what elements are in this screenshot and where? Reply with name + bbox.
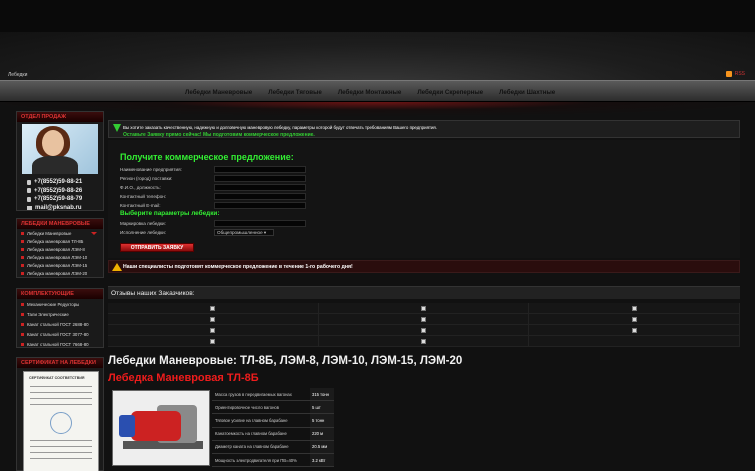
sales-block: ОТДЕЛ ПРОДАЖ +7(8552)59-88-21 +7(8552)59… <box>16 111 104 211</box>
menu-item-lem15[interactable]: Лебедка маневровая ЛЭМ-15 <box>17 261 103 269</box>
chevron-down-icon <box>91 231 97 235</box>
rss-label: RSS <box>734 71 745 77</box>
spec-row: Канатоемкость на главном барабане 220 м <box>212 427 334 441</box>
warning-icon <box>112 263 122 271</box>
nav-item-skrepernye[interactable]: Лебедки Скреперные <box>417 89 483 96</box>
review-thumbnail[interactable] <box>421 316 426 322</box>
reviews-title: Отзывы наших Заказчиков: <box>108 286 740 299</box>
spec-row: Ориентировочное число вагонов 5 шт <box>212 401 334 415</box>
phone-icon <box>27 179 31 185</box>
product-subheading: Лебедка Маневровая ТЛ-8Б <box>108 372 259 384</box>
field-label-company: Наименование предприятия: <box>120 166 182 172</box>
review-thumbnail[interactable] <box>421 305 426 311</box>
review-thumbnail[interactable] <box>421 338 426 344</box>
certificate-image[interactable]: СЕРТИФИКАТ СООТВЕТСТВИЯ <box>23 371 99 471</box>
mail-icon <box>27 205 32 210</box>
comp-item-hoists[interactable]: Тали Электрические <box>17 309 103 319</box>
menu-item-lem20[interactable]: Лебедка маневровая ЛЭМ-20 <box>17 269 103 277</box>
response-time-notice: Наши специалисты подготовят коммерческое… <box>108 260 740 273</box>
nav-item-montazhnye[interactable]: Лебедки Монтажные <box>338 89 402 96</box>
marking-label: Маркировка лебедки: <box>120 220 166 226</box>
operator-photo <box>22 124 98 174</box>
certificate-title: СЕРТИФИКАТ НА ЛЕБЕДКИ <box>17 358 103 368</box>
marking-input[interactable] <box>214 219 306 227</box>
review-thumbnail[interactable] <box>631 327 637 333</box>
params-title: Выберите параметры лебедки: <box>120 210 220 217</box>
field-label-name: Ф.И.О., должность: <box>120 184 161 190</box>
arrow-down-icon <box>113 124 121 132</box>
nav-item-shakhtnye[interactable]: Лебедки Шахтные <box>499 89 555 96</box>
nav-item-tyagovye[interactable]: Лебедки Тяговые <box>268 89 322 96</box>
notice-line-1: Вы хотите заказать качественную, надежну… <box>123 125 438 130</box>
components-menu: КОМПЛЕКТУЮЩИЕ Механические Редукторы Тал… <box>16 288 104 348</box>
comp-item-rope-2688[interactable]: Канат стальной ГОСТ 2688-80 <box>17 319 103 329</box>
phone-icon <box>27 196 31 202</box>
review-thumbnail[interactable] <box>631 305 637 311</box>
top-band <box>0 0 755 32</box>
email-input[interactable] <box>214 201 306 209</box>
comp-item-rope-3077[interactable]: Канат стальной ГОСТ 3077-80 <box>17 329 103 339</box>
name-input[interactable] <box>214 183 306 191</box>
menu-item-lem8[interactable]: Лебедка маневровая ЛЭМ-8 <box>17 245 103 253</box>
review-thumbnail[interactable] <box>210 327 216 333</box>
menu-item-all[interactable]: Лебедки Маневровые <box>17 229 103 237</box>
nav-item-manevrovye[interactable]: Лебедки Маневровые <box>185 89 252 96</box>
region-input[interactable] <box>214 174 306 182</box>
winches-menu: ЛЕБЕДКИ МАНЕВРОВЫЕ Лебедки Маневровые Ле… <box>16 218 104 278</box>
review-thumbnail[interactable] <box>421 327 426 333</box>
phone-input[interactable] <box>214 192 306 200</box>
components-title: КОМПЛЕКТУЮЩИЕ <box>17 289 103 299</box>
review-thumbnail[interactable] <box>210 316 216 322</box>
order-notice: Вы хотите заказать качественную, надежну… <box>108 120 740 138</box>
submit-button[interactable]: ОТПРАВИТЬ ЗАЯВКУ <box>120 243 194 252</box>
field-label-email: Контактный E-mail: <box>120 202 161 208</box>
header-banner <box>0 32 755 80</box>
review-thumbnail[interactable] <box>631 316 637 322</box>
menu-item-tl8b[interactable]: Лебедка маневровая ТЛ-8Б <box>17 237 103 245</box>
product-heading: Лебедки Маневровые: ТЛ-8Б, ЛЭМ-8, ЛЭМ-10… <box>108 355 463 367</box>
nav-glow <box>0 102 755 116</box>
main-nav: Лебедки Маневровые Лебедки Тяговые Лебед… <box>0 80 755 102</box>
phone-2[interactable]: +7(8552)59-88-26 <box>34 188 82 194</box>
site-label: Лебедки <box>8 72 28 78</box>
certificate-doc-header: СЕРТИФИКАТ СООТВЕТСТВИЯ <box>29 376 85 380</box>
sales-title: ОТДЕЛ ПРОДАЖ <box>17 112 103 122</box>
review-thumbnail[interactable] <box>210 338 216 344</box>
execution-select[interactable]: Общепромышленное ▾ <box>214 228 274 236</box>
rss-link[interactable]: RSS <box>725 71 745 77</box>
spec-row: Диаметр каната на главном барабане 20.5 м… <box>212 440 334 454</box>
winches-menu-title: ЛЕБЕДКИ МАНЕВРОВЫЕ <box>17 219 103 229</box>
offer-form: Получите коммерческое предложение: Наиме… <box>108 140 740 258</box>
execution-label: Исполнение лебедки: <box>120 229 166 235</box>
company-input[interactable] <box>214 165 306 173</box>
certificate-block: СЕРТИФИКАТ НА ЛЕБЕДКИ СЕРТИФИКАТ СООТВЕТ… <box>16 357 104 471</box>
reviews-grid <box>108 303 741 347</box>
winch-image[interactable] <box>112 390 210 466</box>
spec-table: Масса грузов в передвигаемых вагонах 315 … <box>212 388 334 468</box>
phone-3[interactable]: +7(8552)59-88-79 <box>34 196 82 202</box>
review-thumbnail[interactable] <box>210 305 216 311</box>
spec-row: Тяговое усилие на главном барабане 5 тонн <box>212 414 334 428</box>
comp-item-rope-7668[interactable]: Канат стальной ГОСТ 7668-80 <box>17 339 103 349</box>
notice-line-2: Оставьте Заявку прямо сейчас! Мы подгото… <box>123 132 315 138</box>
rss-icon <box>725 71 732 77</box>
form-title: Получите коммерческое предложение: <box>120 152 294 162</box>
comp-item-reducers[interactable]: Механические Редукторы <box>17 299 103 309</box>
spec-row: Масса грузов в передвигаемых вагонах 315 … <box>212 388 334 402</box>
field-label-region: Регион (город) поставки: <box>120 175 173 181</box>
phone-icon <box>27 188 31 194</box>
phone-1[interactable]: +7(8552)59-88-21 <box>34 179 82 185</box>
warning-text: Наши специалисты подготовят коммерческое… <box>123 264 353 270</box>
email-link[interactable]: mail@pksnab.ru <box>35 205 82 211</box>
seal-icon <box>50 412 72 434</box>
menu-item-lem10[interactable]: Лебедка маневровая ЛЭМ-10 <box>17 253 103 261</box>
field-label-phone: Контактный телефон: <box>120 193 167 199</box>
spec-row: Мощность электродвигателя при ПВ=40% 3.2 … <box>212 453 334 468</box>
